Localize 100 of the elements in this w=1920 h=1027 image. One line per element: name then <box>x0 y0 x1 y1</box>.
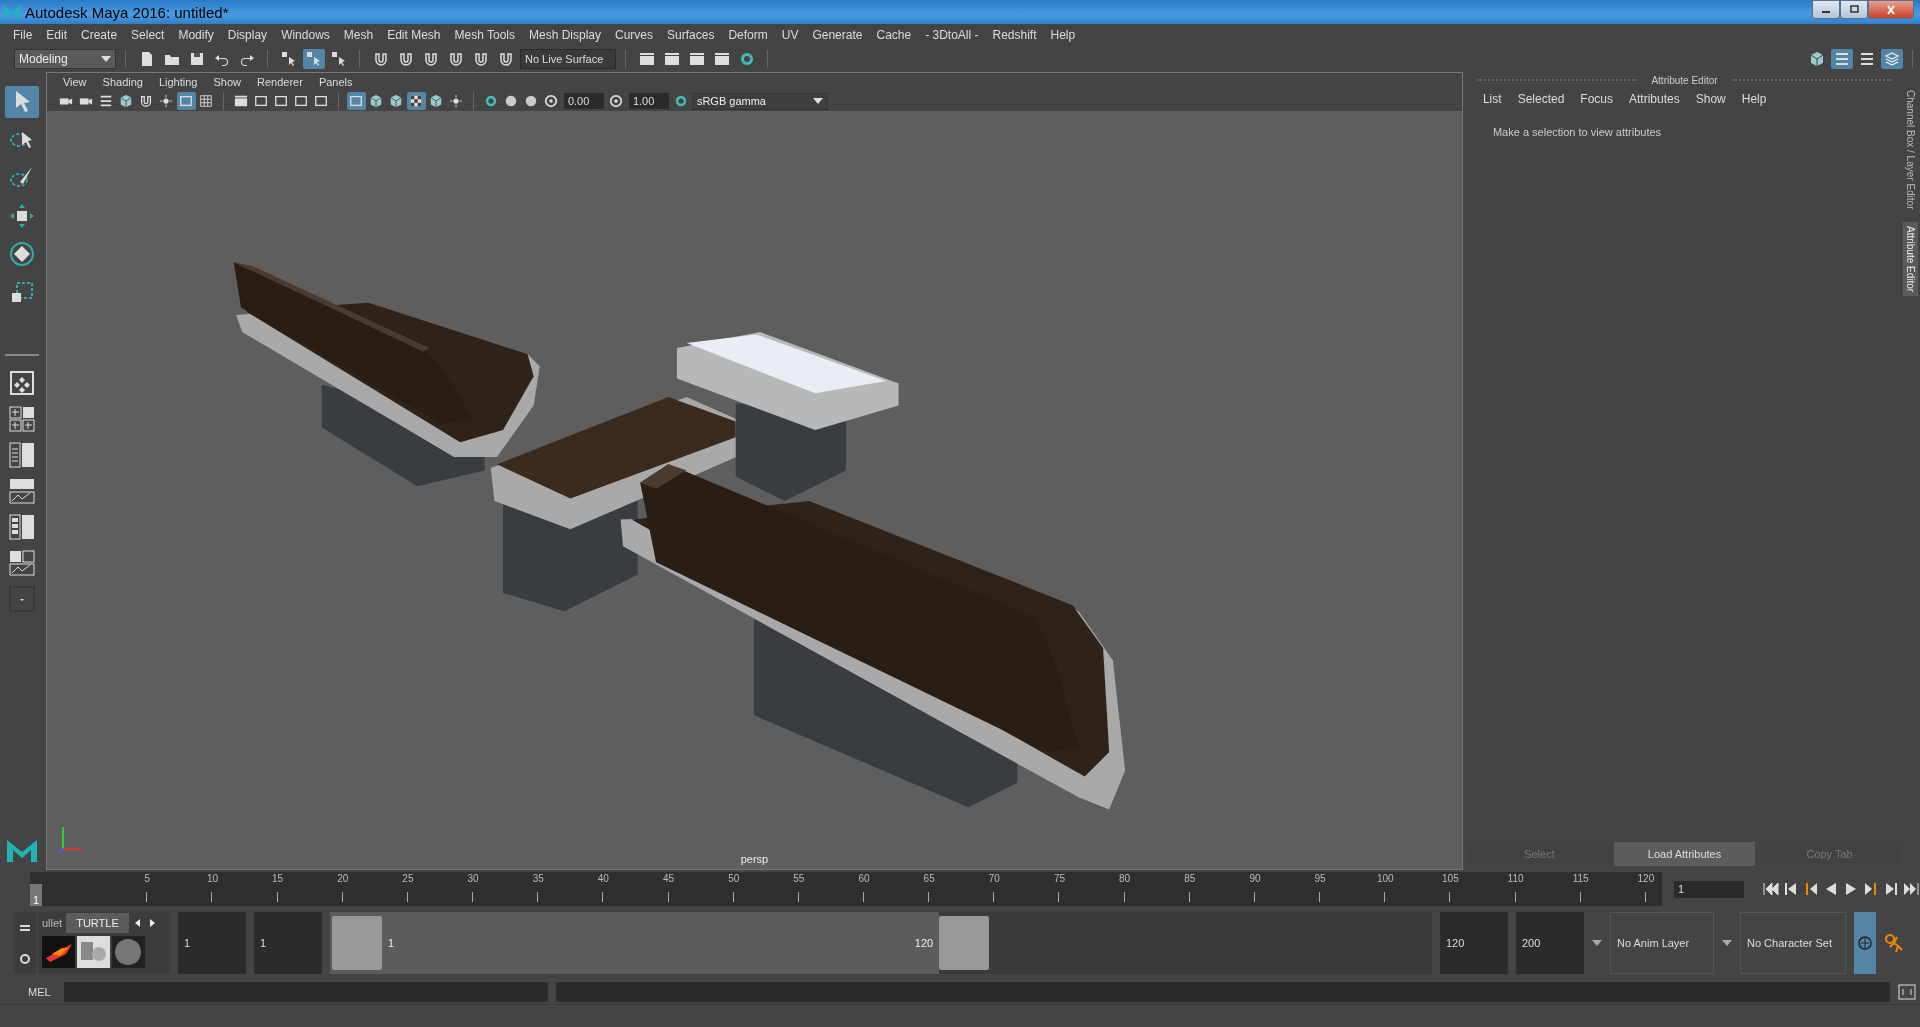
menu-item[interactable]: Create <box>74 28 125 42</box>
magnet-icon[interactable] <box>448 51 464 67</box>
side-tab[interactable]: Channel Box / Layer Editor <box>1902 86 1918 214</box>
panel-menu-item[interactable]: View <box>54 76 95 88</box>
auto-key-button[interactable] <box>1854 912 1876 974</box>
menu-set-dropdown[interactable]: Modeling <box>14 49 116 69</box>
go-to-start-icon[interactable] <box>1762 881 1780 897</box>
attribute-menu-item[interactable]: Attributes <box>1621 92 1688 106</box>
attribute-menu-item[interactable]: List <box>1474 92 1510 106</box>
restore-button[interactable] <box>1840 0 1868 19</box>
clapboard-icon[interactable] <box>689 51 705 67</box>
caret-icon[interactable] <box>1722 940 1732 946</box>
panel-menu-item[interactable]: Lighting <box>150 76 206 88</box>
panel-menu-item[interactable]: Renderer <box>249 76 311 88</box>
menu-item[interactable]: Edit Mesh <box>380 28 448 42</box>
menu-item[interactable]: Curves <box>608 28 661 42</box>
magnet-icon[interactable] <box>373 51 389 67</box>
hypershade-layout-icon[interactable] <box>6 512 37 542</box>
side-tab[interactable]: Attribute Editor <box>1902 221 1918 296</box>
cursor-icon[interactable] <box>303 49 325 69</box>
settings-icon[interactable] <box>19 952 31 965</box>
menu-item[interactable]: Modify <box>171 28 221 42</box>
menu-item[interactable]: UV <box>774 28 806 42</box>
playback-start-field[interactable]: 1 <box>254 912 322 974</box>
menu-item[interactable]: Edit <box>39 28 75 42</box>
script-editor-icon[interactable] <box>1898 983 1916 1001</box>
panel-menu-item[interactable]: Show <box>205 76 249 88</box>
caret-icon[interactable] <box>1592 940 1602 946</box>
flame-icon[interactable] <box>42 936 75 968</box>
command-input-field[interactable] <box>64 982 548 1002</box>
menu-item[interactable]: Windows <box>274 28 337 42</box>
menu-item[interactable]: Generate <box>805 28 870 42</box>
menu-item[interactable]: Help <box>1043 28 1083 42</box>
range-slider-track[interactable]: 1 120 <box>330 912 1432 974</box>
shelf-tab[interactable]: ullet <box>38 913 67 933</box>
anim-layer-dropdown[interactable]: No Anim Layer <box>1610 912 1714 974</box>
current-frame-field[interactable]: 1 <box>1674 880 1744 898</box>
menu-item[interactable]: Redshift <box>985 28 1044 42</box>
minimize-button[interactable] <box>1812 0 1840 19</box>
close-icon[interactable] <box>1885 4 1897 15</box>
menu-item[interactable]: Mesh <box>336 28 381 42</box>
magnet-icon[interactable] <box>473 51 489 67</box>
character-set-dropdown[interactable]: No Character Set <box>1740 912 1846 974</box>
command-language-label[interactable]: MEL <box>28 986 56 998</box>
range-end-handle[interactable] <box>939 916 990 970</box>
exposure-field[interactable]: 0.00 <box>563 93 604 109</box>
go-to-end-icon[interactable] <box>1902 881 1920 897</box>
select-tool-icon[interactable] <box>4 86 39 118</box>
menu-item[interactable]: Display <box>220 28 275 42</box>
playback-end-field[interactable]: 120 <box>1440 912 1508 974</box>
range-handle[interactable] <box>332 916 382 970</box>
crosshair-icon[interactable] <box>1857 935 1873 951</box>
magnet-icon[interactable] <box>423 51 439 67</box>
close-button[interactable] <box>1868 0 1914 19</box>
running-figure-icon[interactable] <box>1884 933 1904 953</box>
shelf-tab[interactable]: TURTLE <box>66 913 129 933</box>
attribute-menu-item[interactable]: Help <box>1733 92 1775 106</box>
magnet-icon[interactable] <box>498 51 514 67</box>
layers-icon[interactable] <box>1881 49 1903 69</box>
menu-item[interactable]: - 3DtoAll - <box>918 28 986 42</box>
menu-item[interactable]: Deform <box>721 28 775 42</box>
menu-item[interactable]: Mesh Display <box>522 28 609 42</box>
list-icon[interactable] <box>1831 49 1853 69</box>
square-icon[interactable] <box>346 92 366 110</box>
clapboard-icon[interactable] <box>639 51 655 67</box>
current-frame-marker[interactable]: 1 <box>30 884 42 906</box>
aperture-icon[interactable] <box>609 94 624 108</box>
ring-icon[interactable] <box>674 94 689 108</box>
viewport[interactable]: persp <box>46 111 1462 869</box>
end-time-field[interactable]: 200 <box>1516 912 1584 974</box>
menu-item[interactable]: Mesh Tools <box>447 28 522 42</box>
gamma-field[interactable]: 1.00 <box>628 93 669 109</box>
attribute-menu-item[interactable]: Focus <box>1572 92 1621 106</box>
ring-icon[interactable] <box>739 51 755 67</box>
aperture-icon[interactable] <box>544 94 559 108</box>
checker-icon[interactable] <box>406 92 426 110</box>
mixed-layout-icon[interactable] <box>6 548 37 578</box>
graph-layout-icon[interactable] <box>6 476 37 506</box>
attribute-menu-item[interactable]: Show <box>1687 92 1734 106</box>
restore-icon[interactable] <box>1848 4 1860 15</box>
time-slider[interactable]: 1 5 10 15 20 25 30 35 40 45 50 55 60 65 70 75 80 85 90 95 100 105 110 115 120 <box>30 872 1662 906</box>
clapboard-icon[interactable] <box>664 51 680 67</box>
clapboard-icon[interactable] <box>714 51 730 67</box>
panel-menu-item[interactable]: Panels <box>310 76 361 88</box>
attribute-button[interactable]: Load Attributes <box>1613 842 1755 866</box>
menu-item[interactable]: Surfaces <box>660 28 722 42</box>
menu-item[interactable]: File <box>6 28 40 42</box>
outliner-layout-icon[interactable] <box>6 440 37 470</box>
color-space-dropdown[interactable]: sRGB gamma <box>691 92 828 110</box>
panel-menu-item[interactable]: Shading <box>94 76 151 88</box>
attribute-menu-item[interactable]: Selected <box>1509 92 1573 106</box>
menu-item[interactable]: Select <box>124 28 172 42</box>
square-icon[interactable] <box>176 92 196 110</box>
start-time-field[interactable]: 1 <box>178 912 246 974</box>
range-slider-bar[interactable]: 1 120 <box>330 912 940 974</box>
menu-item[interactable]: Cache <box>869 28 919 42</box>
live-surface-field[interactable]: No Live Surface <box>520 49 616 69</box>
file-icon[interactable] <box>139 51 155 67</box>
four-pane-layout-icon[interactable] <box>6 404 37 434</box>
magnet-icon[interactable] <box>398 51 414 67</box>
